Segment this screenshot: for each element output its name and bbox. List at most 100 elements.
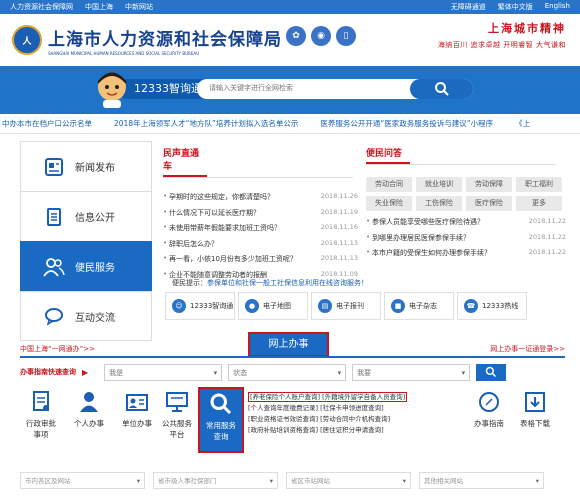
logo-text[interactable]: 上海市人力资源和社会保障局 SHANGHAI MUNICIPAL HUMAN R… bbox=[48, 25, 282, 56]
service-personal[interactable]: 个人办事 bbox=[68, 389, 110, 429]
service-unit[interactable]: 单位办事 bbox=[116, 389, 158, 429]
mascot-small-icon: ☺ bbox=[172, 299, 186, 313]
chip[interactable]: 失业保险 bbox=[366, 196, 412, 211]
chip[interactable]: 更多 bbox=[516, 196, 562, 211]
wechat-icon[interactable]: ◉ bbox=[311, 26, 331, 46]
download-icon bbox=[514, 389, 556, 415]
select-district-sites[interactable]: 市内各区及网站 bbox=[20, 472, 145, 489]
select-want[interactable]: 我要 bbox=[352, 363, 471, 381]
tip-link[interactable]: 参保单位和社保一般工社保信息利用在线咨询服务！ bbox=[207, 279, 368, 287]
search-band: 12333智询通 bbox=[0, 66, 580, 114]
people-icon bbox=[43, 256, 65, 278]
person-icon bbox=[68, 389, 110, 415]
side-nav: 新闻发布 信息公开 便民服务 互动交流 bbox=[20, 141, 152, 341]
ticker-item[interactable]: 《上 bbox=[515, 118, 530, 129]
search-icon bbox=[200, 391, 242, 417]
list-item[interactable]: 未使用带薪年假能要求加班工资吗？2018.11.16 bbox=[163, 223, 358, 239]
list-item[interactable]: 再一看，小依10月份有多少加班工资呢？2018.11.13 bbox=[163, 254, 358, 270]
mobile-icon[interactable]: ▯ bbox=[336, 26, 356, 46]
sidenav-services[interactable]: 便民服务 bbox=[20, 241, 152, 291]
social-icons: ✿ ◉ ▯ bbox=[286, 26, 356, 46]
list-item[interactable]: 什么情况下可以延长医疗期？2018.11.19 bbox=[163, 208, 358, 224]
quicklink-12333[interactable]: ☺ 12333智询通 bbox=[165, 292, 235, 320]
quicklink-emagazine[interactable]: ■ 电子杂志 bbox=[384, 292, 454, 320]
query-link-row[interactable]: [政府补贴培训资格查询] [居住证积分申请查询] bbox=[248, 425, 407, 436]
service-label: 表格下载 bbox=[520, 419, 550, 428]
search-button[interactable] bbox=[410, 79, 473, 99]
office-icon bbox=[116, 389, 158, 415]
service-label: 公共服务 平台 bbox=[162, 419, 192, 439]
quicklink-hotline[interactable]: ☎ 12333热线 bbox=[457, 292, 527, 320]
query-link-row[interactable]: [个人查询年度缴费记录] [社保卡申领进度查询] bbox=[248, 403, 407, 414]
service-label: 单位办事 bbox=[122, 419, 152, 428]
quicklink-epaper[interactable]: ▤ 电子报刊 bbox=[311, 292, 381, 320]
list-item[interactable]: 参保人员能享受哪些医疗保险待遇？2018.11.22 bbox=[366, 217, 566, 233]
sidenav-news[interactable]: 新闻发布 bbox=[20, 141, 152, 191]
chip[interactable]: 工伤保险 bbox=[416, 196, 462, 211]
guide-search-button[interactable] bbox=[476, 363, 507, 381]
select-identity[interactable]: 我是 bbox=[104, 363, 223, 381]
english-link[interactable]: English bbox=[545, 2, 570, 12]
select-status[interactable]: 状态 bbox=[228, 363, 347, 381]
chat-icon bbox=[43, 305, 65, 327]
logo-emblem[interactable]: 人 bbox=[12, 25, 42, 55]
quick-links: ☺ 12333智询通 ● 电子地图 ▤ 电子报刊 ■ 电子杂志 ☎ 12333热线 bbox=[165, 292, 527, 320]
chip[interactable]: 医疗保险 bbox=[466, 196, 512, 211]
news-icon bbox=[43, 156, 65, 178]
document-icon bbox=[43, 206, 65, 228]
select-provincial-sites[interactable]: 省市级人事社保部门 bbox=[153, 472, 278, 489]
service-forms-download[interactable]: 表格下载 bbox=[514, 389, 556, 429]
top-bar: 人力资源社会保障网 中国上海 中新网站 无障碍通道 繁体中文版 English bbox=[0, 0, 580, 14]
topbar-link-3[interactable]: 中新网站 bbox=[125, 2, 153, 12]
sidenav-interaction[interactable]: 互动交流 bbox=[20, 291, 152, 341]
list-item[interactable]: 到哪里办理居民医保参保手续？2018.11.22 bbox=[366, 233, 566, 249]
service-label: 个人办事 bbox=[74, 419, 104, 428]
monitor-icon bbox=[156, 389, 198, 415]
sidenav-services-label: 便民服务 bbox=[75, 263, 115, 274]
tab-minsheng[interactable]: 民声直通车 bbox=[163, 146, 207, 177]
chip[interactable]: 劳动保障 bbox=[466, 177, 512, 192]
guide-quick-search: 办事指南快速查询 ▶ 我是 状态 我要 bbox=[20, 362, 565, 382]
ticker-item[interactable]: 医养服务公开开通“医家政务服务投诉与建议”小程序 bbox=[320, 118, 493, 129]
sidenav-interaction-label: 互动交流 bbox=[75, 312, 115, 324]
service-common-query[interactable]: 常用服务 查询 bbox=[198, 387, 244, 453]
list-item[interactable]: 本市户籍的受保生如何办理参保手续？2018.11.22 bbox=[366, 248, 566, 264]
accessibility-link[interactable]: 无障碍通道 bbox=[451, 2, 486, 12]
query-link-row[interactable]: [养老保险个人账户查询] [外籍境外留学自备人员查询] bbox=[248, 392, 408, 403]
service-guide[interactable]: 办事指南 bbox=[468, 389, 510, 429]
ticker-item[interactable]: 2018年上海领军人才“地方队”培养计划拟入选名单公示 bbox=[114, 118, 298, 129]
topbar-link-1[interactable]: 人力资源社会保障网 bbox=[10, 2, 73, 12]
divider bbox=[163, 177, 353, 178]
service-approval[interactable]: 行政审批 事项 bbox=[20, 389, 62, 440]
search-icon bbox=[434, 82, 449, 96]
ticker-item[interactable]: 中办本市在档户口公示名单 bbox=[2, 118, 92, 129]
list-item[interactable]: 辞职后怎么办？2018.11.13 bbox=[163, 239, 358, 255]
query-link-row[interactable]: [职业资格证书效验查询] [劳动合同中介机构查询] bbox=[248, 414, 407, 425]
chip[interactable]: 职工福利 bbox=[516, 177, 562, 192]
list-item[interactable]: 孕期时的这些规定，你都清楚吗？2018.11.26 bbox=[163, 192, 358, 208]
service-public-platform[interactable]: 公共服务 平台 bbox=[156, 389, 198, 440]
arrow-icon: ▶ bbox=[82, 367, 89, 377]
traditional-chinese-link[interactable]: 繁体中文版 bbox=[498, 2, 533, 12]
divider bbox=[366, 164, 556, 165]
yizhengtong-login-link[interactable]: 网上办事一证通登录>> bbox=[490, 344, 565, 354]
related-sites-selects: 市内各区及网站 省市级人事社保部门 省区市站网站 其他相关网站 bbox=[20, 472, 565, 489]
topbar-link-2[interactable]: 中国上海 bbox=[85, 2, 113, 12]
service-label: 行政审批 事项 bbox=[26, 419, 56, 439]
news-ticker: 中办本市在档户口公示名单 2018年上海领军人才“地方队”培养计划拟入选名单公示… bbox=[0, 114, 580, 134]
tip-label: 便民提示： bbox=[172, 279, 207, 287]
newspaper-icon: ▤ bbox=[318, 299, 332, 313]
sidenav-open-info[interactable]: 信息公开 bbox=[20, 191, 152, 241]
sidenav-open-info-label: 信息公开 bbox=[75, 213, 115, 224]
yiwangtongban-link[interactable]: 中国上海“一网通办”>> bbox=[20, 344, 95, 354]
select-other-sites[interactable]: 其他相关网站 bbox=[419, 472, 544, 489]
common-query-links: [养老保险个人账户查询] [外籍境外留学自备人员查询] [个人查询年度缴费记录]… bbox=[248, 392, 408, 436]
guide-search-label: 办事指南快速查询 bbox=[20, 368, 76, 376]
chip[interactable]: 就业培训 bbox=[416, 177, 462, 192]
weibo-icon[interactable]: ✿ bbox=[286, 26, 306, 46]
select-region-sites[interactable]: 省区市站网站 bbox=[286, 472, 411, 489]
chip[interactable]: 劳动合同 bbox=[366, 177, 412, 192]
quicklink-map[interactable]: ● 电子地图 bbox=[238, 292, 308, 320]
city-spirit-title: 上海城市精神 bbox=[488, 22, 566, 35]
tab-bianmin[interactable]: 便民问答 bbox=[366, 146, 410, 164]
